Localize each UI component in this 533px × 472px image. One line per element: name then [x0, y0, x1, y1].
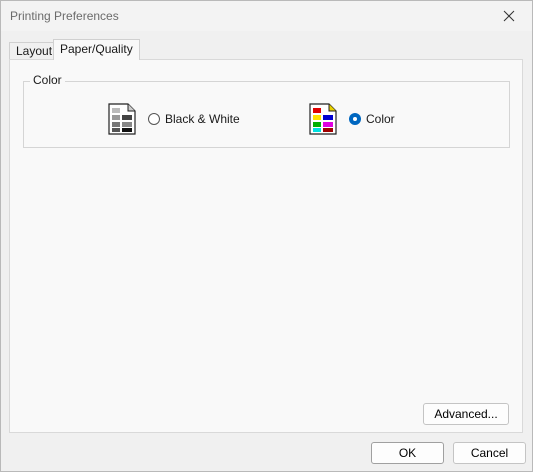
color-groupbox: Color Black & White Color — [23, 73, 510, 148]
color-group-label: Color — [30, 73, 65, 87]
tab-layout[interactable]: Layout — [9, 42, 60, 59]
color-document-icon — [309, 103, 337, 135]
black-white-label: Black & White — [165, 112, 240, 126]
cancel-button[interactable]: Cancel — [453, 442, 526, 464]
window-title: Printing Preferences — [10, 9, 119, 23]
color-label: Color — [366, 112, 395, 126]
tab-panel-paper-quality: Color Black & White Color Advanced... — [9, 59, 523, 433]
grayscale-document-icon — [108, 103, 136, 135]
color-radio[interactable] — [349, 113, 361, 125]
ok-button[interactable]: OK — [371, 442, 444, 464]
black-white-option[interactable]: Black & White — [108, 102, 240, 136]
title-bar: Printing Preferences — [1, 1, 532, 31]
close-button[interactable] — [486, 1, 532, 31]
advanced-button[interactable]: Advanced... — [423, 403, 509, 425]
printing-preferences-dialog: Printing Preferences Layout Paper/Qualit… — [0, 0, 533, 472]
color-option[interactable]: Color — [309, 102, 395, 136]
close-icon — [503, 10, 515, 22]
tab-paper-quality[interactable]: Paper/Quality — [53, 39, 140, 60]
black-white-radio[interactable] — [148, 113, 160, 125]
